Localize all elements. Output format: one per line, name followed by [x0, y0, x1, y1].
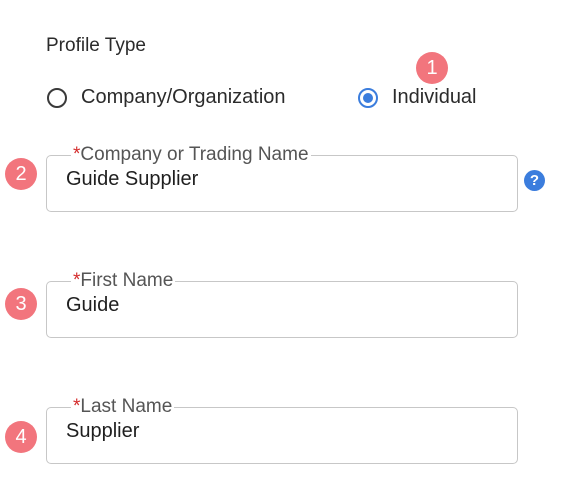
- step-badge-4: 4: [5, 421, 37, 453]
- first-name-label: *First Name: [71, 271, 175, 291]
- radio-unchecked-icon[interactable]: [47, 87, 67, 108]
- company-trading-name-label-text: Company or Trading Name: [80, 144, 309, 165]
- first-name-input[interactable]: [66, 293, 498, 317]
- company-trading-name-input[interactable]: [66, 167, 498, 191]
- last-name-label: *Last Name: [71, 397, 174, 417]
- step-badge-2: 2: [5, 158, 37, 190]
- last-name-label-text: Last Name: [80, 396, 173, 417]
- step-badge-1: 1: [416, 52, 448, 84]
- step-badge-3: 3: [5, 288, 37, 320]
- last-name-input[interactable]: [66, 419, 498, 443]
- company-trading-name-label: *Company or Trading Name: [71, 145, 311, 165]
- radio-individual[interactable]: Individual: [358, 86, 477, 109]
- profile-type-label: Profile Type: [46, 35, 146, 56]
- first-name-label-text: First Name: [80, 270, 174, 291]
- question-circle-icon[interactable]: ?: [524, 170, 545, 191]
- radio-company-organization[interactable]: Company/Organization: [47, 86, 286, 109]
- radio-company-organization-label: Company/Organization: [81, 86, 286, 108]
- radio-individual-label: Individual: [392, 86, 477, 108]
- first-name-field: *First Name: [46, 271, 518, 338]
- company-trading-name-field: *Company or Trading Name: [46, 145, 518, 212]
- last-name-field: *Last Name: [46, 397, 518, 464]
- radio-checked-icon[interactable]: [358, 87, 378, 108]
